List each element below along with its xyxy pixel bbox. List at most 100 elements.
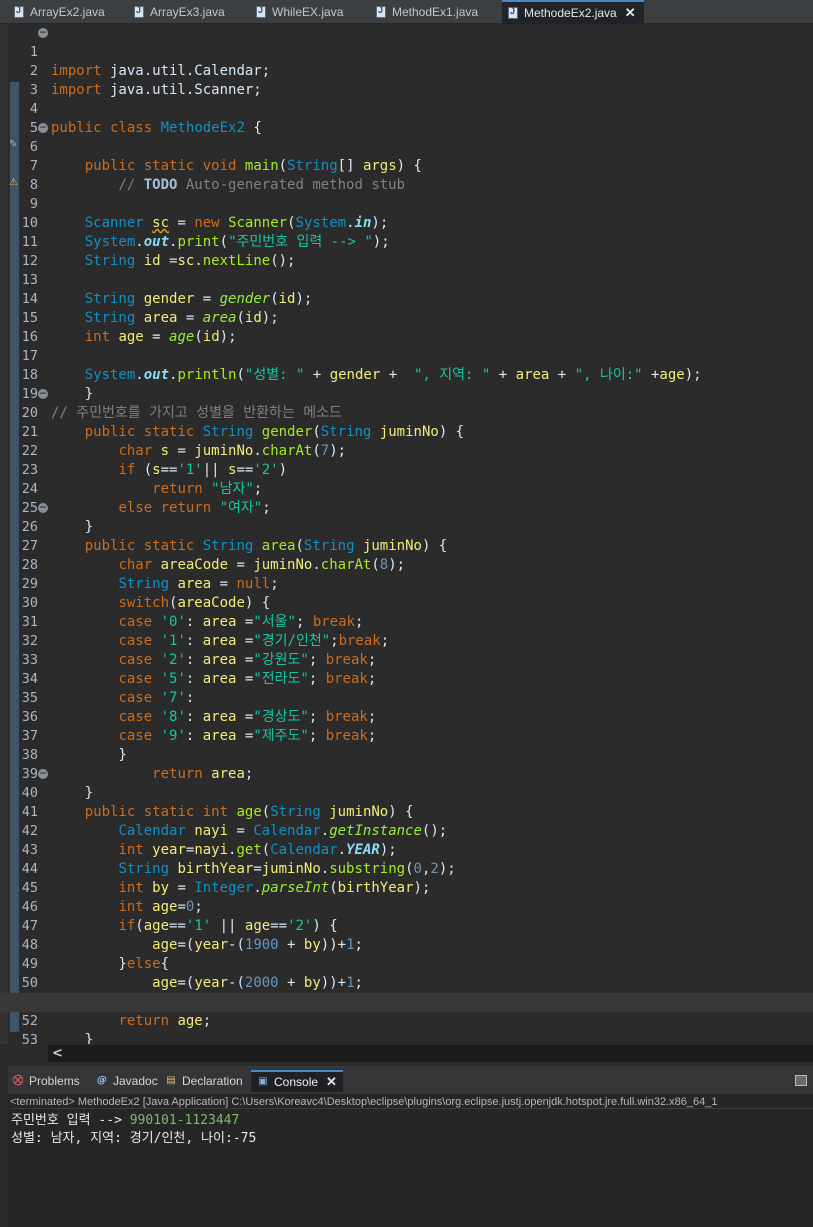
code-line: 8 xyxy=(0,157,813,193)
code-line: 5 xyxy=(0,100,813,136)
tab-arrayex3[interactable]: ArrayEx3.java xyxy=(128,0,240,24)
problems-icon: ⛒ xyxy=(12,1075,24,1086)
code-line: 48 }else{ xyxy=(0,917,813,972)
code-line: 26− public static String area(String jum… xyxy=(0,499,813,554)
code-line: 19 // 주민번호를 가지고 성별을 반환하는 메소드 xyxy=(0,366,813,421)
code-line: 14 String area = area(id); xyxy=(0,271,813,326)
code-line: 54 xyxy=(0,1031,813,1044)
code-line: 4 public class MethodeEx2 { xyxy=(0,81,813,136)
console-result-line: 성별: 남자, 지역: 경기/인천, 나이:-75 xyxy=(11,1131,257,1146)
code-line: 45 int age=0; xyxy=(0,860,813,915)
java-file-icon xyxy=(134,5,144,18)
code-line: 16 xyxy=(0,309,813,345)
close-icon[interactable]: ✕ xyxy=(326,1074,337,1090)
java-file-icon xyxy=(14,5,24,18)
tab-declaration[interactable]: ▤ Declaration xyxy=(165,1070,243,1092)
java-file-icon xyxy=(256,5,266,18)
code-line: 23 return "남자"; xyxy=(0,442,813,497)
code-line: 6− public static void main(String[] args… xyxy=(0,119,813,174)
fold-toggle-icon[interactable]: − xyxy=(38,769,48,779)
code-line: 29 switch(areaCode) { xyxy=(0,556,813,611)
tab-label: MethodeEx2.java xyxy=(524,6,617,20)
code-line: 1− import java.util.Calendar; xyxy=(0,24,813,79)
code-line: 25 } xyxy=(0,480,813,535)
code-line: 41 Calendar nayi = Calendar.getInstance(… xyxy=(0,784,813,839)
editor-tab-bar: ArrayEx2.java ArrayEx3.java WhileEX.java… xyxy=(0,0,813,24)
code-line: 32 case '2': area ="강원도"; break; xyxy=(0,613,813,668)
code-line: 50 } xyxy=(0,955,813,1010)
fold-toggle-icon[interactable]: − xyxy=(38,123,48,133)
tab-label: ArrayEx3.java xyxy=(150,5,225,19)
code-line: 49 age=(year-(2000 + by))+1; xyxy=(0,936,813,991)
maximize-icon[interactable] xyxy=(795,1075,807,1086)
code-line: 46 if(age=='1' || age=='2') { xyxy=(0,879,813,934)
tab-javadoc[interactable]: @ Javadoc xyxy=(96,1070,158,1092)
tab-arrayex2[interactable]: ArrayEx2.java xyxy=(8,0,120,24)
scroll-left-icon[interactable]: < xyxy=(52,1045,63,1062)
code-line: 21 char s = juminNo.charAt(7); xyxy=(0,404,813,459)
close-icon[interactable]: ✕ xyxy=(625,5,636,21)
tab-label: Declaration xyxy=(182,1074,243,1088)
code-line: 22 if (s=='1'|| s=='2') xyxy=(0,423,813,478)
tab-whileex[interactable]: WhileEX.java xyxy=(250,0,362,24)
bottom-panel: ⛒ Problems @ Javadoc ▤ Declaration ▣ Console… xyxy=(8,1066,813,1227)
code-line: 39 } xyxy=(0,746,813,801)
java-file-icon xyxy=(376,5,386,18)
code-line: 30 case '0': area ="서울"; break; xyxy=(0,575,813,630)
code-line: 35 case '8': area ="경상도"; break; xyxy=(0,670,813,725)
tab-label: WhileEX.java xyxy=(272,5,344,19)
code-line: 44 int by = Integer.parseInt(birthYear); xyxy=(0,841,813,896)
tab-label: Console xyxy=(274,1075,319,1089)
tab-problems[interactable]: ⛒ Problems xyxy=(12,1070,80,1092)
code-line: 27 char areaCode = juminNo.charAt(8); xyxy=(0,518,813,573)
java-file-icon xyxy=(508,6,518,19)
code-line: 13 String gender = gender(id); xyxy=(0,252,813,307)
code-line: 40− public static int age(String juminNo… xyxy=(0,765,813,820)
code-line-current: 52 } xyxy=(0,993,813,1044)
code-line: 7 // TODO Auto-generated method stub xyxy=(0,138,813,193)
declaration-icon: ▤ xyxy=(166,1075,176,1086)
fold-toggle-icon[interactable]: − xyxy=(38,28,48,38)
code-line: 33 case '5': area ="전라도"; break; xyxy=(0,632,813,687)
code-line: 34 case '7': xyxy=(0,651,813,706)
code-line: 10 System.out.print("주민번호 입력 --> "); xyxy=(0,195,813,250)
fold-toggle-icon[interactable]: − xyxy=(38,389,48,399)
code-line: 47 age=(year-(1900 + by))+1; xyxy=(0,898,813,953)
code-line: 53 } xyxy=(0,1012,813,1044)
fold-toggle-icon[interactable]: − xyxy=(38,503,48,513)
code-line: 17 System.out.println("성별: " + gender + … xyxy=(0,328,813,383)
tab-label: ArrayEx2.java xyxy=(30,5,105,19)
code-line: 31 case '1': area ="경기/인천";break; xyxy=(0,594,813,649)
code-line: 2 import java.util.Scanner; xyxy=(0,43,813,98)
code-line: 38 return area; xyxy=(0,727,813,782)
tab-label: MethodEx1.java xyxy=(392,5,479,19)
code-line: 36 case '9': area ="제주도"; break; xyxy=(0,689,813,744)
tab-label: Problems xyxy=(29,1074,80,1088)
code-line: 9 Scanner sc = new Scanner(System.in); xyxy=(0,176,813,231)
code-editor[interactable]: ✎ ⚠ 1− import java.util.Calendar; 2 impo… xyxy=(0,24,813,1044)
code-line: 28 String area = null; xyxy=(0,537,813,592)
code-line: 12 xyxy=(0,233,813,269)
code-line: 18 } xyxy=(0,347,813,402)
console-user-input: 990101-1123447 xyxy=(129,1113,240,1128)
panel-tab-bar: ⛒ Problems @ Javadoc ▤ Declaration ▣ Console… xyxy=(8,1067,813,1094)
console-icon: ▣ xyxy=(258,1076,268,1087)
tab-console[interactable]: ▣ Console ✕ xyxy=(251,1070,343,1092)
code-line: 11 String id =sc.nextLine(); xyxy=(0,214,813,269)
tab-methodeex2[interactable]: MethodeEx2.java ✕ xyxy=(502,0,644,24)
javadoc-icon: @ xyxy=(97,1075,107,1086)
console-prompt: 주민번호 입력 --> xyxy=(11,1113,130,1128)
code-line: 37 } xyxy=(0,708,813,763)
horizontal-scrollbar[interactable]: < xyxy=(48,1045,813,1062)
code-line: 15 int age = age(id); xyxy=(0,290,813,345)
console-output-line: 주민번호 입력 --> 990101-1123447 xyxy=(11,1112,239,1130)
tab-label: Javadoc xyxy=(113,1074,158,1088)
code-line: 51 return age; xyxy=(0,974,813,1029)
code-line: 3 xyxy=(0,62,813,98)
console-process-description: <terminated> MethodeEx2 [Java Applicatio… xyxy=(10,1095,813,1109)
code-line: 42 int year=nayi.get(Calendar.YEAR); xyxy=(0,803,813,858)
code-line: 20− public static String gender(String j… xyxy=(0,385,813,440)
code-line: 43 String birthYear=juminNo.substring(0,… xyxy=(0,822,813,877)
code-line: 24 else return "여자"; xyxy=(0,461,813,516)
tab-methodex1[interactable]: MethodEx1.java xyxy=(370,0,495,24)
